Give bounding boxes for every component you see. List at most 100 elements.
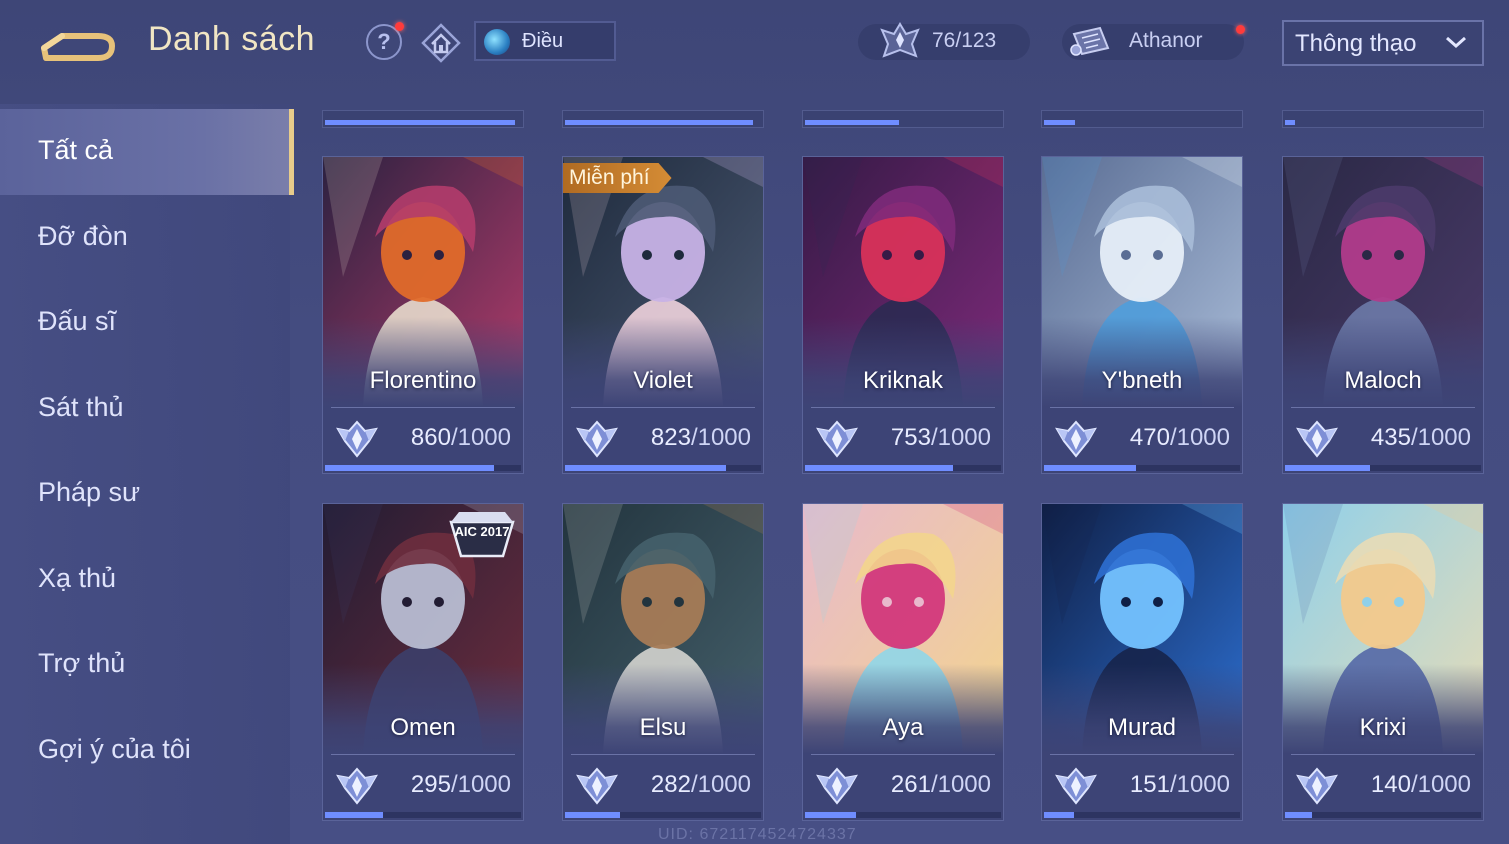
role-sidebar: Tất cả Đỡ đòn Đấu sĩ Sát thủ Pháp sư Xạ … [0,104,294,844]
mastery-rank-icon [1055,420,1097,458]
sidebar-item-mage[interactable]: Pháp sư [0,451,290,537]
mastery-rank-icon [1296,420,1338,458]
mastery-progress-bar [1044,812,1240,818]
mastery-progress-bar [805,812,1001,818]
player-pill[interactable]: Athanor [1062,24,1244,60]
back-arrow-icon[interactable] [40,22,116,62]
hero-card-maloch[interactable]: Maloch 435/1000 [1282,156,1484,474]
hero-name: Violet [633,367,693,394]
sidebar-item-my-suggestions[interactable]: Gợi ý của tôi [0,708,290,794]
card-divider [571,407,755,408]
sidebar-item-label: Sát thủ [38,392,124,422]
previous-row-card[interactable] [802,110,1004,128]
previous-row-progress [1044,120,1076,125]
mastery-points: 470/1000 [1129,424,1230,451]
hero-name: Omen [390,714,456,741]
filter-chip[interactable]: Điều [474,21,616,61]
hero-card-violet[interactable]: Miễn phí Violet 823/1000 [562,156,764,474]
card-divider [571,754,755,755]
hero-card-omen[interactable]: AIC 2017 Omen 295/1000 [322,503,524,821]
previous-row-card[interactable] [1041,110,1243,128]
sidebar-item-assassin[interactable]: Sát thủ [0,366,290,452]
mastery-progress-bar [1285,465,1481,471]
previous-row-card[interactable] [562,110,764,128]
mastery-progress-bar [1044,465,1240,471]
mastery-rank-icon [576,420,618,458]
player-uid: UID: 6721174524724337 [658,826,857,843]
mastery-progress-bar [1285,812,1481,818]
hero-grid: Florentino 860/1000 Miễn phí Violet 823/… [300,104,1509,844]
card-divider [1050,407,1234,408]
card-divider [1291,754,1475,755]
sidebar-item-marksman[interactable]: Xạ thủ [0,537,290,623]
card-divider [331,407,515,408]
sidebar-item-label: Pháp sư [38,477,141,507]
hero-card-krixi[interactable]: Krixi 140/1000 [1282,503,1484,821]
hero-card-aya[interactable]: Aya 261/1000 [802,503,1004,821]
mastery-crest-icon [880,22,920,58]
mastery-points: 860/1000 [410,424,511,451]
sidebar-item-label: Tất cả [38,135,114,165]
sidebar-item-label: Trợ thủ [38,648,126,678]
mastery-progress-bar [565,465,761,471]
mastery-points: 435/1000 [1370,424,1471,451]
hero-card-ybneth[interactable]: Y'bneth 470/1000 [1041,156,1243,474]
card-divider [811,407,995,408]
mastery-rank-icon [576,767,618,805]
sidebar-item-label: Gợi ý của tôi [38,734,191,764]
card-divider [1291,407,1475,408]
sort-dropdown[interactable]: Thông thạo [1282,20,1484,66]
help-notification-dot [395,22,404,31]
home-filter-icon[interactable] [420,22,462,64]
free-badge: Miễn phí [563,163,672,193]
sidebar-item-all[interactable]: Tất cả [0,109,294,195]
card-divider [331,754,515,755]
mastery-points: 140/1000 [1370,771,1471,798]
hero-name: Elsu [639,714,687,741]
hero-name: Murad [1107,714,1177,741]
mastery-points: 753/1000 [890,424,991,451]
hero-name: Florentino [369,367,477,394]
mastery-progress-bar [325,812,521,818]
mastery-points: 282/1000 [650,771,751,798]
player-notification-dot [1236,25,1245,34]
hero-name: Maloch [1344,367,1422,394]
mastery-progress-bar [325,465,521,471]
previous-row-progress [565,120,754,125]
mastery-rank-icon [336,767,378,805]
card-divider [811,754,995,755]
hero-card-murad[interactable]: Murad 151/1000 [1041,503,1243,821]
sidebar-item-tank[interactable]: Đỡ đòn [0,195,290,281]
previous-row-card[interactable] [1282,110,1484,128]
sidebar-item-label: Đấu sĩ [38,306,117,336]
mastery-points: 823/1000 [650,424,751,451]
hero-card-kriknak[interactable]: Kriknak 753/1000 [802,156,1004,474]
hero-name: Y'bneth [1101,367,1183,394]
mastery-progress-bar [565,812,761,818]
sidebar-item-label: Đỡ đòn [38,221,128,251]
hero-name: Krixi [1359,714,1407,741]
previous-row-progress [805,120,900,125]
hero-card-elsu[interactable]: Elsu 282/1000 [562,503,764,821]
mastery-rank-icon [336,420,378,458]
mastery-progress-bar [805,465,1001,471]
mastery-points: 295/1000 [410,771,511,798]
mastery-points: 261/1000 [890,771,991,798]
sidebar-item-support[interactable]: Trợ thủ [0,622,290,708]
card-divider [1050,754,1234,755]
filter-category-icon [484,29,510,55]
mastery-rank-icon [816,420,858,458]
filter-chip-label: Điều [522,30,564,52]
hero-name: Aya [882,714,924,741]
previous-row-progress [1285,120,1295,125]
hero-card-florentino[interactable]: Florentino 860/1000 [322,156,524,474]
chevron-down-icon [1446,36,1466,49]
mastery-rank-icon [1055,767,1097,805]
mastery-rank-icon [1296,767,1338,805]
mastery-count-pill: 76/123 [858,22,1030,60]
sidebar-item-warrior[interactable]: Đấu sĩ [0,280,290,366]
mastery-points: 151/1000 [1129,771,1230,798]
mastery-rank-icon [816,767,858,805]
event-badge-label: AIC 2017 [454,524,510,539]
previous-row-card[interactable] [322,110,524,128]
